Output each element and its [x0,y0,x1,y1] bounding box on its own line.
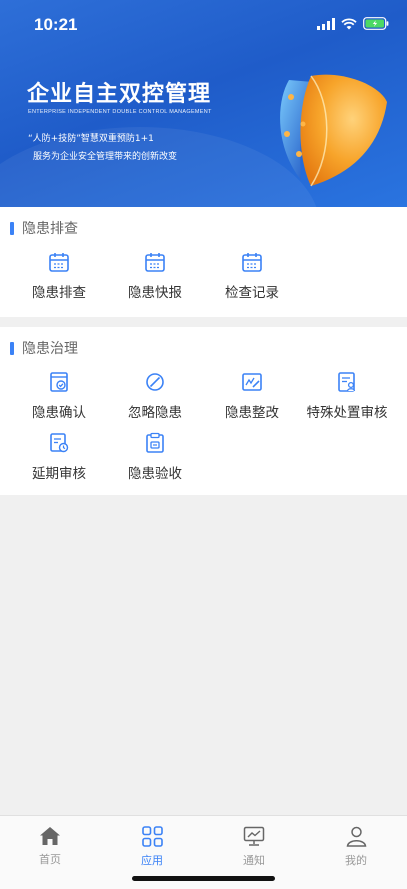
app-label: 隐患整改 [225,405,279,421]
banner-subtitle: ENTERPRISE INDEPENDENT DOUBLE CONTROL MA… [28,109,212,115]
app-hazard-acceptance[interactable]: 隐患验收 [105,432,205,482]
app-ignore-hazard[interactable]: 忽略隐患 [105,371,205,421]
section-header: 隐患排查 [10,221,78,237]
tab-label: 应用 [141,854,163,867]
clock-document-icon [48,432,70,454]
tab-label: 我的 [345,854,367,867]
wifi-icon [341,18,357,29]
app-hazard-report[interactable]: 隐患快报 [105,251,205,301]
section-header: 隐患治理 [10,341,78,357]
app-label: 隐患验收 [128,466,182,482]
app-label: 忽略隐患 [128,405,182,421]
tab-label: 首页 [39,853,61,866]
hero-banner: 10:21 企业自主双控管理 ENTERPRISE INDEPENDENT DO… [0,0,407,207]
banner-title: 企业自主双控管理 [27,82,212,107]
tab-apps[interactable]: 应用 [112,826,192,868]
app-label: 隐患排查 [32,285,86,301]
app-hazard-rectify[interactable]: 隐患整改 [202,371,302,421]
tab-home[interactable]: 首页 [10,826,90,867]
section-accent-bar [10,221,14,235]
tab-mine[interactable]: 我的 [316,826,396,868]
status-time: 10:21 [34,15,78,34]
confirm-check-icon [48,371,70,393]
status-bar: 10:21 [0,0,407,50]
app-hazard-inspection[interactable]: 隐患排查 [9,251,109,301]
signal-icon [317,17,335,30]
ban-icon [144,371,166,393]
section-hazard-inspection: 隐患排查 隐患排查 隐患快报 检查记录 [0,207,407,317]
app-label: 隐患快报 [128,285,182,301]
section-title: 隐患排查 [22,221,78,237]
app-inspection-records[interactable]: 检查记录 [202,251,302,301]
calendar-icon [241,251,263,273]
apps-grid-icon [141,826,163,847]
app-hazard-confirm[interactable]: 隐患确认 [9,371,109,421]
banner-description: 服务为企业安全管理带来的创新改变 [33,152,178,162]
banner-slogan: “人防+技防”智慧双重预防1+1 [28,134,154,144]
edit-document-icon [241,371,263,393]
app-label: 延期审核 [32,466,86,482]
tab-notifications[interactable]: 通知 [214,826,294,868]
calendar-icon [48,251,70,273]
section-hazard-governance: 隐患治理 隐患确认 忽略隐患 隐患整改 特殊处置审核 延期审核 隐患验收 [0,327,407,495]
user-icon [346,826,366,847]
app-label: 特殊处置审核 [306,405,388,421]
acceptance-icon [144,432,166,454]
calendar-icon [144,251,166,273]
review-person-icon [336,371,358,393]
home-icon [40,827,60,845]
status-icons [317,17,389,30]
app-label: 隐患确认 [32,405,86,421]
section-title: 隐患治理 [22,341,78,357]
monitor-chart-icon [243,826,265,846]
battery-icon [363,17,389,30]
app-extension-review[interactable]: 延期审核 [9,432,109,482]
section-accent-bar [10,341,14,355]
tab-label: 通知 [243,854,265,867]
app-special-disposal-review[interactable]: 特殊处置审核 [297,371,397,421]
shield-illustration-icon [280,74,387,187]
app-label: 检查记录 [225,285,279,301]
home-indicator[interactable] [132,876,275,881]
